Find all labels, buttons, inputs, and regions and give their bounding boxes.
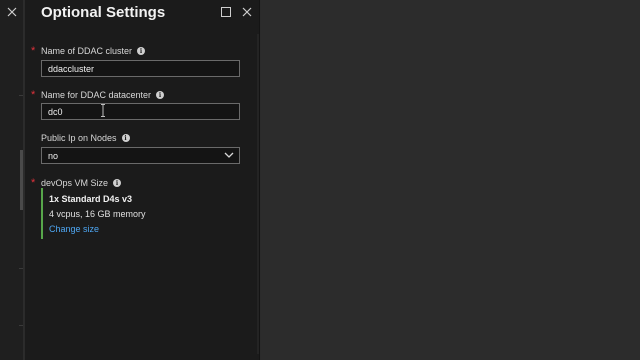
public-ip-label: Public Ip on Nodes i — [41, 133, 130, 143]
divider — [19, 325, 23, 326]
vm-size-summary: 1x Standard D4s v3 4 vcpus, 16 GB memory… — [41, 188, 240, 239]
text-cursor-icon — [101, 104, 105, 117]
required-asterisk: * — [31, 89, 36, 101]
info-icon[interactable]: i — [137, 47, 146, 55]
optional-settings-blade: Optional Settings * Name of DDAC cluster… — [25, 0, 260, 360]
datacenter-name-label-text: Name for DDAC datacenter — [41, 90, 152, 100]
empty-workspace — [261, 0, 640, 360]
divider — [19, 268, 23, 269]
cluster-name-input[interactable]: ddaccluster — [41, 60, 240, 77]
vm-size-label-text: devOps VM Size — [41, 178, 109, 188]
info-icon[interactable]: i — [156, 91, 165, 99]
required-asterisk: * — [31, 177, 36, 189]
blade-header: Optional Settings — [25, 0, 260, 28]
previous-blade-scrollbar[interactable] — [20, 150, 23, 210]
blade-title: Optional Settings — [41, 4, 166, 21]
public-ip-selected-value: no — [48, 151, 59, 161]
portal-canvas: Optional Settings * Name of DDAC cluster… — [0, 0, 640, 360]
datacenter-name-input[interactable]: dc0 — [41, 103, 240, 120]
close-icon[interactable] — [240, 5, 254, 19]
previous-blade-close-icon[interactable] — [4, 3, 20, 21]
chevron-down-icon — [224, 152, 234, 158]
public-ip-label-text: Public Ip on Nodes — [41, 133, 117, 143]
maximize-icon[interactable] — [219, 5, 233, 19]
divider — [19, 95, 23, 96]
datacenter-name-label: * Name for DDAC datacenter i — [31, 89, 165, 101]
change-size-link[interactable]: Change size — [49, 224, 240, 234]
info-icon[interactable]: i — [121, 134, 130, 142]
vm-size-spec: 4 vcpus, 16 GB memory — [49, 209, 146, 219]
vm-size-name: 1x Standard D4s v3 — [49, 194, 133, 204]
cluster-name-label: * Name of DDAC cluster i — [31, 45, 146, 57]
required-asterisk: * — [31, 45, 36, 57]
blade-scrollbar[interactable] — [257, 34, 259, 354]
previous-blade — [0, 0, 24, 360]
public-ip-select[interactable]: no — [41, 147, 240, 164]
cluster-name-label-text: Name of DDAC cluster — [41, 46, 133, 56]
info-icon[interactable]: i — [113, 179, 122, 187]
